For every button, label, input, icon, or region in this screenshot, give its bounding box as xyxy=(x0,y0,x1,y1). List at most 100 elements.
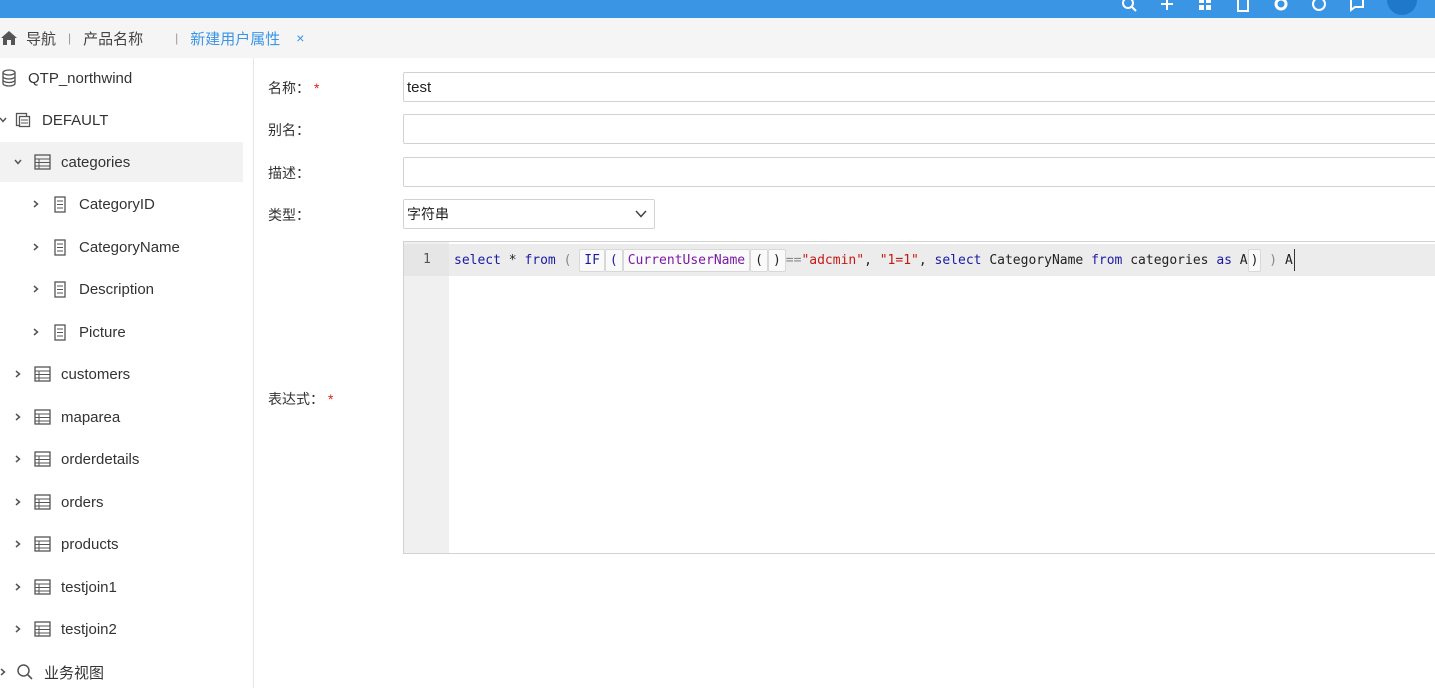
chevron-right-icon[interactable] xyxy=(11,580,25,594)
breadcrumb-separator: | xyxy=(175,31,179,45)
add-icon[interactable] xyxy=(1159,0,1175,12)
code-paren: ( xyxy=(604,248,623,272)
code-operator: == xyxy=(785,252,802,268)
name-field-value: test xyxy=(407,78,432,96)
code-text: A xyxy=(1231,252,1248,268)
name-field[interactable]: test xyxy=(403,72,1435,102)
tree-table-label: orders xyxy=(61,493,104,511)
type-select[interactable]: 字符串 xyxy=(403,199,655,229)
close-icon[interactable]: × xyxy=(296,30,304,46)
type-label: 类型： xyxy=(268,207,310,223)
code-token-if: IF xyxy=(579,248,605,272)
required-marker: * xyxy=(328,391,334,407)
chevron-right-icon[interactable] xyxy=(29,197,43,211)
tree-table-customers[interactable]: customers xyxy=(0,354,243,394)
table-icon xyxy=(33,450,51,468)
tree-business-views[interactable]: 业务视图 xyxy=(0,652,243,692)
tab-new-user-attribute[interactable]: 新建用户属性 × xyxy=(190,28,304,49)
tree-table-categories[interactable]: categories xyxy=(0,142,243,182)
code-token-function: CurrentUserName xyxy=(622,248,751,272)
code-paren: ( xyxy=(750,248,768,272)
tree-column[interactable]: CategoryID xyxy=(0,184,243,224)
code-keyword: select xyxy=(934,252,982,268)
code-keyword: select xyxy=(454,252,501,268)
tree-table-label: categories xyxy=(61,153,131,171)
code-string: "1=1" xyxy=(879,252,919,268)
tree-table-label: testjoin2 xyxy=(61,620,117,638)
editor-gutter: 1 xyxy=(404,242,449,553)
tree-column[interactable]: CategoryName xyxy=(0,227,243,267)
breadcrumb-home-label: 导航 xyxy=(26,30,57,48)
schema-icon xyxy=(14,111,32,129)
tree-table-label: testjoin1 xyxy=(61,578,117,596)
description-label: 描述： xyxy=(268,165,310,181)
tree-business-views-label: 业务视图 xyxy=(44,664,105,682)
column-icon xyxy=(51,280,69,298)
avatar[interactable] xyxy=(1387,0,1417,15)
tree-column-label: Description xyxy=(79,280,155,298)
chevron-right-icon[interactable] xyxy=(11,367,25,381)
text-cursor xyxy=(1293,249,1295,271)
tree-table-label: orderdetails xyxy=(61,450,140,468)
grid-icon[interactable] xyxy=(1197,0,1213,12)
expression-label: 表达式： * xyxy=(268,391,334,407)
code-string: "adcmin" xyxy=(801,252,865,268)
chevron-right-icon[interactable] xyxy=(29,325,43,339)
code-text: A xyxy=(1284,252,1293,268)
message-icon[interactable] xyxy=(1349,0,1365,12)
description-field[interactable] xyxy=(403,157,1435,187)
code-keyword: from xyxy=(1091,252,1123,268)
breadcrumb-product[interactable]: 产品名称 xyxy=(83,28,143,49)
top-toolbar xyxy=(1121,0,1435,15)
gear-icon[interactable] xyxy=(1273,0,1289,12)
document-icon[interactable] xyxy=(1235,0,1251,12)
search-icon[interactable] xyxy=(1121,0,1137,12)
table-icon xyxy=(33,578,51,596)
breadcrumb-separator: | xyxy=(68,31,72,45)
table-icon xyxy=(33,535,51,553)
code-text: * xyxy=(500,252,525,268)
chevron-down-icon xyxy=(635,210,647,218)
chevron-down-icon[interactable] xyxy=(0,113,10,127)
chevron-right-icon[interactable] xyxy=(11,410,25,424)
chevron-right-icon[interactable] xyxy=(29,240,43,254)
code-paren: ) xyxy=(1261,252,1285,268)
chevron-right-icon[interactable] xyxy=(11,495,25,509)
code-paren: ) xyxy=(767,248,786,272)
tree-table-orders[interactable]: orders xyxy=(0,482,243,522)
code-line[interactable]: select * from ( IF ( CurrentUserName ( )… xyxy=(449,244,1435,276)
chevron-right-icon[interactable] xyxy=(29,282,43,296)
tree-root[interactable]: QTP_northwind xyxy=(0,58,243,98)
alias-field[interactable] xyxy=(403,114,1435,144)
tree-table-maparea[interactable]: maparea xyxy=(0,397,243,437)
code-paren: ( xyxy=(555,252,580,268)
help-icon[interactable] xyxy=(1311,0,1327,12)
chevron-right-icon[interactable] xyxy=(11,622,25,636)
tree-column[interactable]: Picture xyxy=(0,312,243,352)
table-icon xyxy=(33,493,51,511)
code-keyword: as xyxy=(1216,252,1232,268)
chevron-right-icon[interactable] xyxy=(0,665,10,679)
tree-table-products[interactable]: products xyxy=(0,524,243,564)
tree-table-orderdetails[interactable]: orderdetails xyxy=(0,439,243,479)
line-number: 1 xyxy=(404,244,449,276)
code-text: CategoryName xyxy=(981,252,1092,268)
tree-table-testjoin2[interactable]: testjoin2 xyxy=(0,609,243,649)
breadcrumb-home[interactable]: 导航 xyxy=(0,28,56,49)
chevron-right-icon[interactable] xyxy=(11,452,25,466)
tree-table-testjoin1[interactable]: testjoin1 xyxy=(0,567,243,607)
table-icon xyxy=(33,620,51,638)
database-icon xyxy=(0,69,18,87)
table-icon xyxy=(33,408,51,426)
expression-editor[interactable]: 1 select * from ( IF ( CurrentUserName (… xyxy=(403,241,1435,554)
tree-column-label: CategoryName xyxy=(79,238,180,256)
sidebar-tree: QTP_northwind DEFAULT categories Categor… xyxy=(0,58,254,688)
table-icon xyxy=(33,365,51,383)
alias-label: 别名： xyxy=(268,122,310,138)
column-icon xyxy=(51,195,69,213)
chevron-down-icon[interactable] xyxy=(11,155,25,169)
tree-schema[interactable]: DEFAULT xyxy=(0,100,243,140)
chevron-right-icon[interactable] xyxy=(11,537,25,551)
required-marker: * xyxy=(314,80,320,96)
tree-column[interactable]: Description xyxy=(0,269,243,309)
